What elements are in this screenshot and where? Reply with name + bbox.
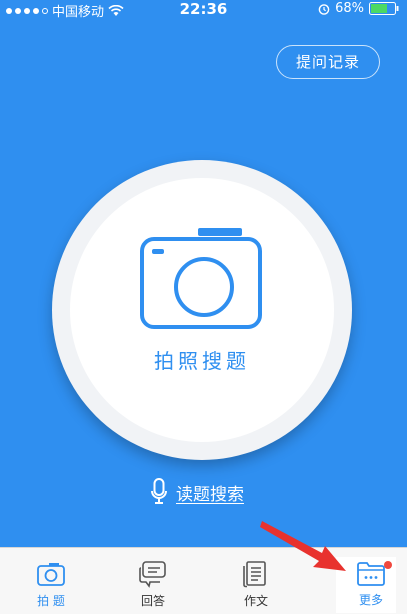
folder-more-icon	[357, 562, 385, 586]
tab-label: 更多	[358, 593, 383, 607]
tab-label: 回答	[140, 594, 165, 608]
photo-search-button[interactable]: 拍照搜题	[52, 160, 352, 460]
voice-search-link[interactable]: 读题搜索	[150, 478, 244, 506]
microphone-icon	[151, 478, 167, 504]
photo-search-label: 拍照搜题	[154, 349, 250, 373]
camera-icon	[37, 563, 65, 586]
voice-search-label: 读题搜索	[176, 484, 244, 505]
camera-icon	[140, 228, 262, 329]
tab-label: 拍 题	[37, 594, 65, 608]
alarm-icon	[318, 3, 330, 15]
tab-label: 作文	[243, 594, 268, 608]
chat-icon	[139, 561, 166, 588]
question-history-button[interactable]: 提问记录	[276, 45, 380, 79]
status-bar: 中国移动 22:36 68%	[0, 0, 407, 20]
status-right: 68%	[318, 1, 399, 16]
tab-answer[interactable]: 回答	[118, 548, 188, 614]
notification-badge	[384, 561, 392, 569]
battery-icon	[369, 2, 399, 15]
red-arrow-annotation	[260, 521, 346, 571]
tab-photo-question[interactable]: 拍 题	[16, 548, 86, 614]
battery-percent: 68%	[335, 1, 364, 16]
